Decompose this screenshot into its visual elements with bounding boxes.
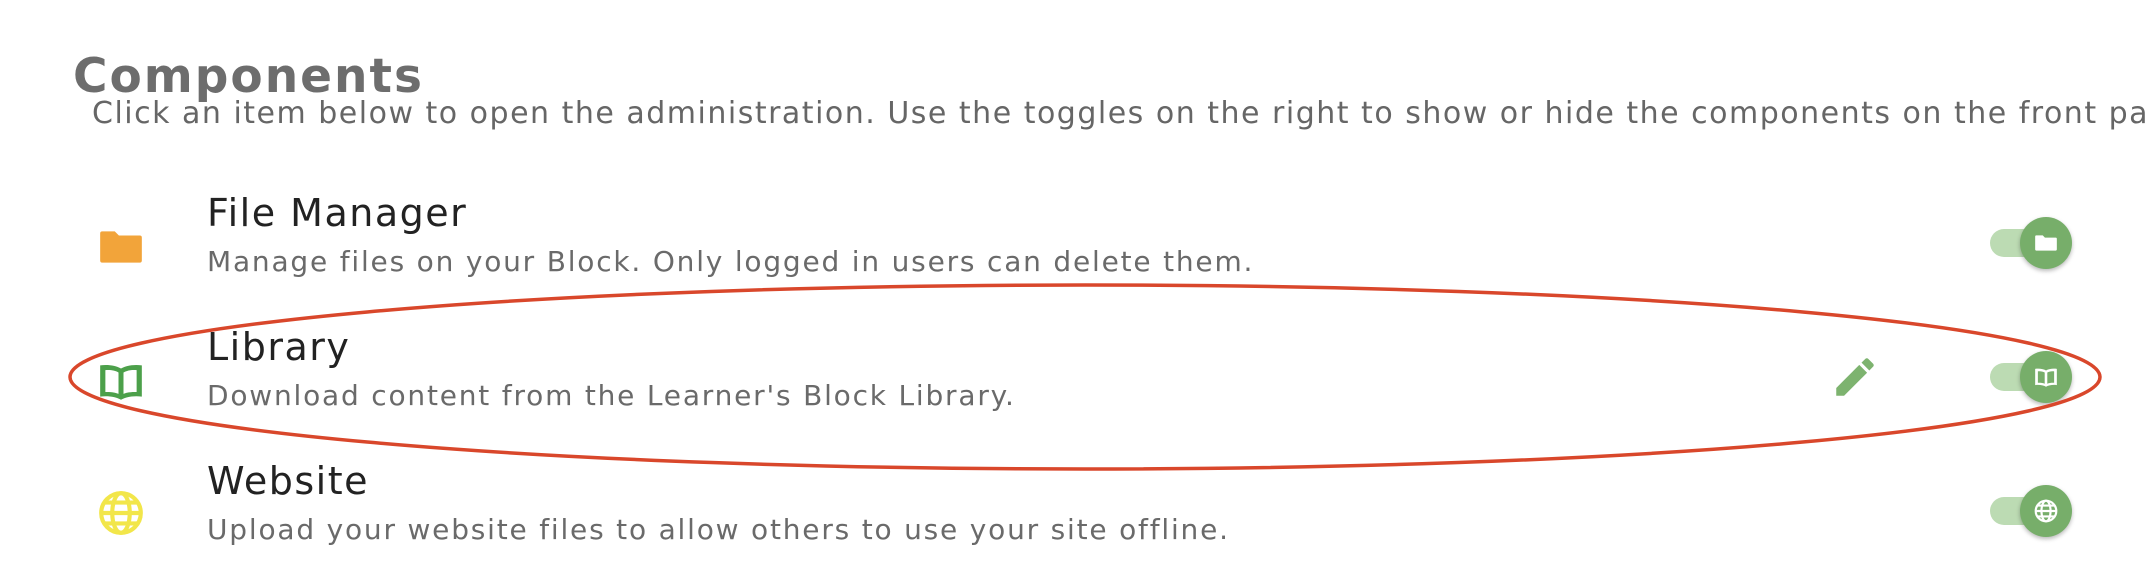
toggle-knob bbox=[2020, 217, 2072, 269]
component-item-website[interactable]: Website Upload your website files to all… bbox=[0, 456, 2148, 586]
toggle-knob bbox=[2020, 485, 2072, 537]
page-description: Click an item below to open the administ… bbox=[92, 96, 2148, 131]
toggle-knob bbox=[2020, 351, 2072, 403]
globe-icon bbox=[2034, 499, 2058, 523]
component-description: Upload your website files to allow other… bbox=[207, 513, 1230, 546]
toggle-website[interactable] bbox=[1990, 483, 2072, 539]
component-title: Website bbox=[207, 459, 369, 503]
toggle-library[interactable] bbox=[1990, 349, 2072, 405]
component-description: Download content from the Learner's Bloc… bbox=[207, 379, 1016, 412]
book-icon bbox=[100, 364, 142, 400]
component-title: File Manager bbox=[207, 191, 468, 235]
component-item-file-manager[interactable]: File Manager Manage files on your Block.… bbox=[0, 188, 2148, 318]
component-description: Manage files on your Block. Only logged … bbox=[207, 245, 1255, 278]
globe-icon bbox=[99, 491, 143, 535]
book-icon bbox=[2035, 368, 2057, 387]
component-item-library[interactable]: Library Download content from the Learne… bbox=[0, 322, 2148, 452]
page-title: Components bbox=[73, 49, 424, 105]
toggle-file-manager[interactable] bbox=[1990, 215, 2072, 271]
folder-icon bbox=[100, 231, 142, 263]
component-title: Library bbox=[207, 325, 351, 369]
pencil-icon[interactable] bbox=[1830, 352, 1880, 402]
folder-icon bbox=[2035, 235, 2057, 251]
